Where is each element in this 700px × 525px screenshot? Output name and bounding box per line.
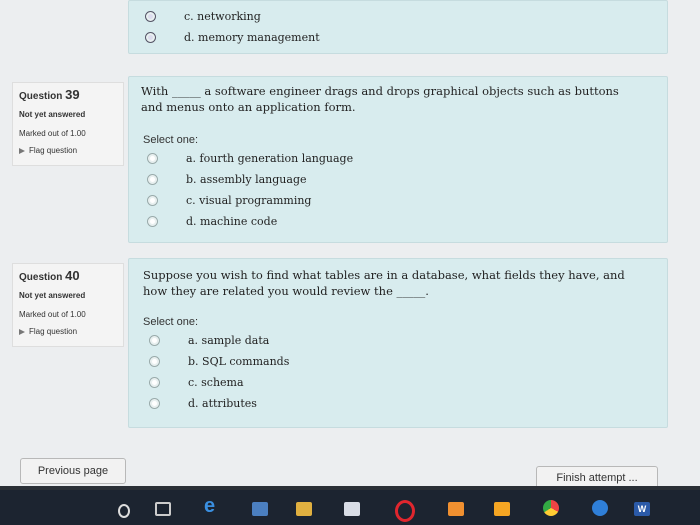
question-39-info: Question 39 Not yet answered Marked out … — [12, 82, 124, 166]
option-label: a. sample data — [188, 334, 270, 347]
option-label: a. fourth generation language — [186, 152, 354, 165]
radio-button[interactable] — [145, 11, 156, 22]
store-icon[interactable] — [252, 502, 268, 516]
word-icon[interactable]: W — [634, 502, 650, 516]
question-text-line: Suppose you wish to find what tables are… — [143, 268, 625, 282]
option-label: c. networking — [184, 10, 261, 23]
option-b[interactable]: b. assembly language — [147, 173, 307, 186]
radio-button[interactable] — [147, 216, 158, 227]
radio-button[interactable] — [149, 377, 160, 388]
question-marks: Marked out of 1.00 — [19, 310, 86, 319]
question-text-line: and menus onto an application form. — [141, 100, 356, 114]
previous-page-button[interactable]: Previous page — [20, 458, 126, 484]
question-text-line: With _____ a software engineer drags and… — [141, 84, 619, 98]
question-text: Suppose you wish to find what tables are… — [143, 267, 625, 299]
option-a[interactable]: a. sample data — [149, 334, 269, 347]
flag-label: Flag question — [29, 327, 78, 336]
question-40-content: Suppose you wish to find what tables are… — [128, 258, 668, 428]
task-view-icon[interactable] — [155, 502, 171, 516]
flag-icon — [19, 147, 25, 154]
option-label: d. memory management — [184, 31, 320, 44]
question-39-content: With _____ a software engineer drags and… — [128, 76, 668, 243]
radio-button[interactable] — [147, 153, 158, 164]
option-a[interactable]: a. fourth generation language — [147, 152, 353, 165]
flag-icon — [19, 328, 25, 335]
option-d[interactable]: d. machine code — [147, 215, 277, 228]
mail-icon[interactable] — [344, 502, 360, 516]
option-label: b. SQL commands — [188, 355, 290, 368]
option-label: d. attributes — [188, 397, 257, 410]
opera-icon[interactable] — [395, 500, 415, 522]
radio-button[interactable] — [147, 195, 158, 206]
question-text-line: how they are related you would review th… — [143, 284, 429, 298]
select-one-prompt: Select one: — [143, 134, 199, 146]
option-label: b. assembly language — [186, 173, 307, 186]
radio-button[interactable] — [147, 174, 158, 185]
option-c[interactable]: c. visual programming — [147, 194, 311, 207]
question-state: Not yet answered — [19, 291, 86, 300]
question-38-content: c. networking d. memory management — [128, 0, 668, 54]
question-marks: Marked out of 1.00 — [19, 129, 86, 138]
radio-button[interactable] — [149, 398, 160, 409]
radio-button[interactable] — [145, 32, 156, 43]
file-explorer-icon[interactable] — [296, 502, 312, 516]
option-d[interactable]: d. attributes — [149, 397, 257, 410]
option-c[interactable]: c. networking — [145, 10, 261, 23]
flag-question-link[interactable]: Flag question — [13, 319, 123, 342]
option-label: d. machine code — [186, 215, 278, 228]
option-d[interactable]: d. memory management — [145, 31, 320, 44]
flag-question-link[interactable]: Flag question — [13, 138, 123, 161]
option-b[interactable]: b. SQL commands — [149, 355, 289, 368]
question-state: Not yet answered — [19, 110, 86, 119]
option-label: c. visual programming — [186, 194, 312, 207]
option-label: c. schema — [188, 376, 244, 389]
edge-icon[interactable]: e — [204, 495, 220, 517]
radio-button[interactable] — [149, 356, 160, 367]
search-icon[interactable] — [118, 504, 130, 518]
flag-label: Flag question — [29, 146, 78, 155]
question-40-info: Question 40 Not yet answered Marked out … — [12, 263, 124, 347]
cortana-icon[interactable] — [592, 500, 608, 516]
select-one-prompt: Select one: — [143, 316, 199, 328]
sublime-icon[interactable] — [448, 502, 464, 516]
question-number: Question 40 — [19, 268, 80, 283]
app-icon[interactable] — [494, 502, 510, 516]
question-number: Question 39 — [19, 87, 80, 102]
question-text: With _____ a software engineer drags and… — [141, 83, 619, 115]
radio-button[interactable] — [149, 335, 160, 346]
taskbar: e W — [0, 490, 700, 525]
option-c[interactable]: c. schema — [149, 376, 244, 389]
chrome-icon[interactable] — [543, 500, 559, 516]
